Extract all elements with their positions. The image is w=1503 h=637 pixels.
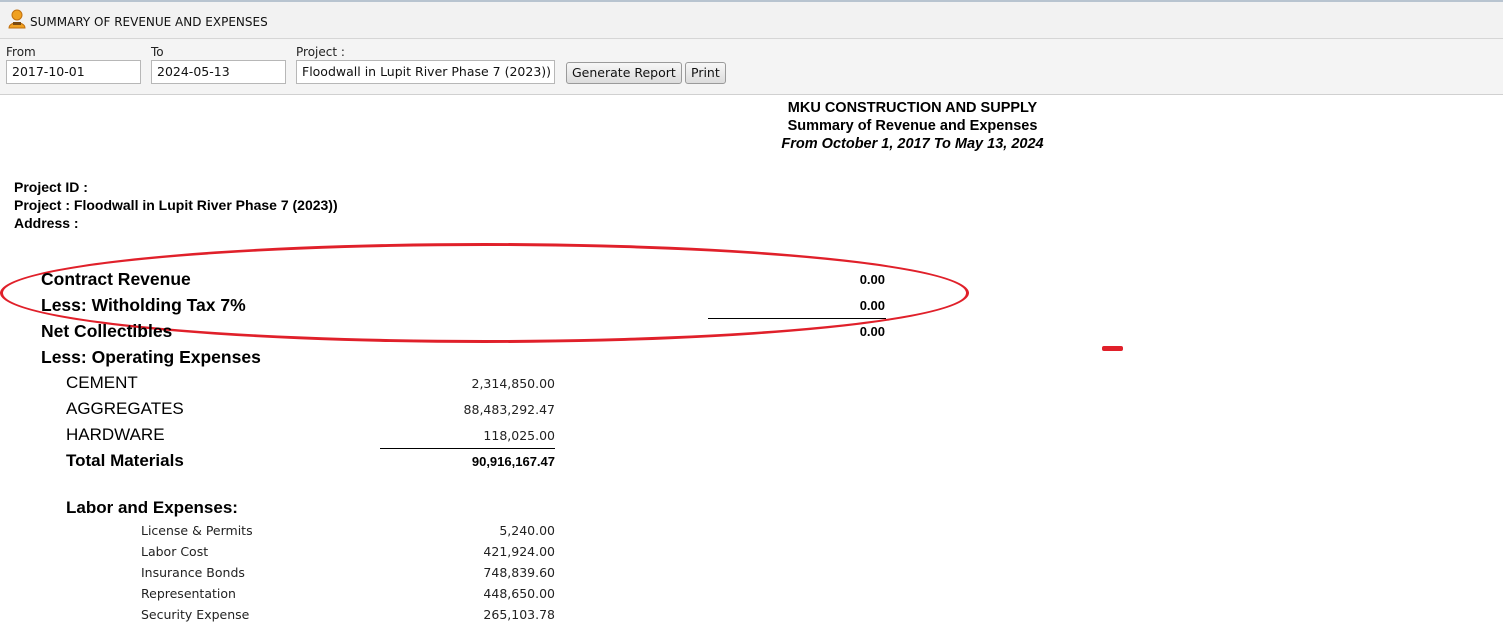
labor-value-insurance: 748,839.60 xyxy=(483,565,555,580)
project-id: Project ID : xyxy=(14,179,88,195)
contract-revenue-label: Contract Revenue xyxy=(41,269,191,289)
to-date-input[interactable]: 2024-05-13 xyxy=(151,60,286,84)
material-value-cement: 2,314,850.00 xyxy=(471,376,556,391)
material-value-aggregates: 88,483,292.47 xyxy=(463,402,555,417)
report-period: From October 1, 2017 To May 13, 2024 xyxy=(781,136,1044,152)
report-area: MKU CONSTRUCTION AND SUPPLY Summary of R… xyxy=(0,95,1503,637)
total-materials-label: Total Materials xyxy=(66,451,184,470)
filter-bar: From 2017-10-01 To 2024-05-13 Project : … xyxy=(0,39,1503,95)
print-button[interactable]: Print xyxy=(685,62,726,84)
project-label: Project : xyxy=(296,45,345,59)
project-select[interactable]: Floodwall in Lupit River Phase 7 (2023))… xyxy=(296,60,555,84)
labor-value-labor-cost: 421,924.00 xyxy=(483,544,555,559)
to-label: To xyxy=(151,45,164,59)
labor-label-license: License & Permits xyxy=(141,523,253,538)
generate-report-button[interactable]: Generate Report xyxy=(566,62,682,84)
total-materials-value: 90,916,167.47 xyxy=(471,454,555,469)
from-label: From xyxy=(6,45,36,59)
user-icon xyxy=(8,9,26,29)
title-bar: SUMMARY OF REVENUE AND EXPENSES xyxy=(0,2,1503,39)
net-collectibles-label: Net Collectibles xyxy=(41,321,173,341)
material-label-aggregates: AGGREGATES xyxy=(66,399,184,418)
net-collectibles-value: 0.00 xyxy=(859,324,885,339)
from-date-input[interactable]: 2017-10-01 xyxy=(6,60,141,84)
project-address: Address : xyxy=(14,215,79,231)
labor-label-representation: Representation xyxy=(141,586,236,601)
labor-value-security: 265,103.78 xyxy=(483,607,555,622)
materials-rule xyxy=(380,448,555,449)
company-name: MKU CONSTRUCTION AND SUPPLY xyxy=(787,100,1038,116)
project-name: Project : Floodwall in Lupit River Phase… xyxy=(14,197,338,213)
labor-label-security: Security Expense xyxy=(141,607,250,622)
operating-expenses-label: Less: Operating Expenses xyxy=(41,347,261,367)
withholding-tax-label: Less: Witholding Tax 7% xyxy=(41,295,246,315)
withholding-tax-value: 0.00 xyxy=(859,298,885,313)
report-subtitle: Summary of Revenue and Expenses xyxy=(787,118,1038,134)
material-label-cement: CEMENT xyxy=(66,373,138,392)
labor-label-insurance: Insurance Bonds xyxy=(141,565,245,580)
labor-value-representation: 448,650.00 xyxy=(483,586,555,601)
material-value-hardware: 118,025.00 xyxy=(483,428,555,443)
material-label-hardware: HARDWARE xyxy=(66,425,165,444)
revenue-rule xyxy=(708,318,886,319)
labor-value-license: 5,240.00 xyxy=(499,523,555,538)
annotation-mark xyxy=(1102,346,1123,351)
contract-revenue-value: 0.00 xyxy=(859,272,885,287)
labor-expenses-heading: Labor and Expenses: xyxy=(66,498,238,517)
labor-label-labor-cost: Labor Cost xyxy=(141,544,209,559)
page-title: SUMMARY OF REVENUE AND EXPENSES xyxy=(30,15,268,29)
